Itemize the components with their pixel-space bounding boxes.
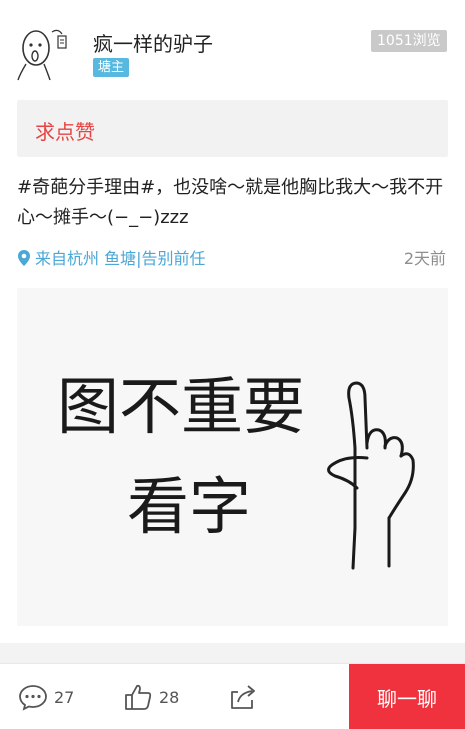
- post-page: 疯一样的驴子 塘主 1051浏览 求点赞 #奇葩分手理由#，也没啥～就是他胸比我…: [0, 0, 465, 729]
- pointing-hand-icon: [327, 381, 415, 570]
- location-link[interactable]: 来自杭州 鱼塘|告别前任: [17, 245, 205, 269]
- share-icon: [231, 685, 255, 709]
- avatar[interactable]: [14, 24, 72, 82]
- post-time: 2天前: [403, 249, 446, 268]
- thumbs-up-icon: [125, 684, 152, 710]
- user-badge: 塘主: [93, 58, 130, 77]
- share-button[interactable]: [228, 664, 264, 729]
- image-text-line1: 图不重要: [57, 370, 305, 443]
- comment-button[interactable]: 27: [18, 664, 74, 729]
- location-label: 来自杭州 鱼塘|告别前任: [35, 249, 206, 268]
- comment-icon: [19, 685, 47, 711]
- handwritten-image: 图不重要 看字: [57, 370, 415, 570]
- like-count: 28: [159, 687, 180, 707]
- like-request-label: 求点赞: [35, 120, 95, 144]
- like-button[interactable]: 28: [123, 664, 179, 729]
- view-count-badge: 1051浏览: [371, 30, 447, 52]
- post-card: 疯一样的驴子 塘主 1051浏览 求点赞 #奇葩分手理由#，也没啥～就是他胸比我…: [0, 0, 465, 643]
- comment-count: 27: [54, 687, 75, 707]
- location-pin-icon: [18, 250, 30, 266]
- bottom-action-bar: 27 28 聊一聊: [0, 663, 465, 729]
- image-text-line2: 看字: [127, 470, 251, 543]
- post-image[interactable]: 图不重要 看字: [17, 288, 448, 626]
- avatar-doodle-icon: [17, 29, 67, 81]
- chat-button[interactable]: 聊一聊: [349, 664, 465, 729]
- post-text: #奇葩分手理由#，也没啥～就是他胸比我大～我不开心～摊手～(−_−)zzz: [17, 177, 444, 228]
- username[interactable]: 疯一样的驴子: [93, 28, 213, 57]
- like-request-banner[interactable]: 求点赞: [17, 100, 448, 157]
